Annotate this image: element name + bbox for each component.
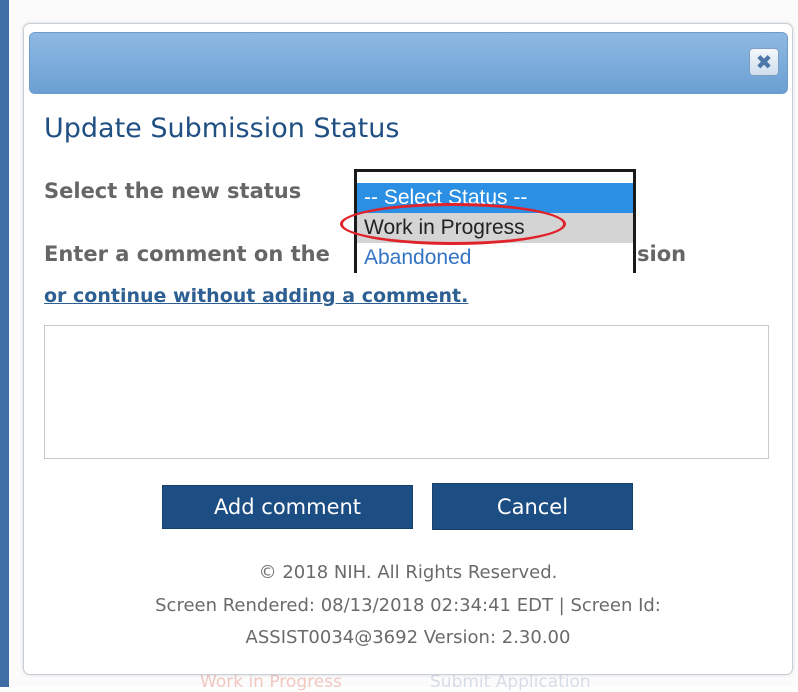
status-label: Select the new status (44, 179, 302, 203)
close-button[interactable]: ✖ (749, 48, 779, 76)
comment-label: Enter a comment on the (44, 242, 330, 266)
background-left-border (0, 0, 9, 687)
comment-textarea[interactable] (44, 325, 769, 459)
status-option-abandoned[interactable]: Abandoned (357, 243, 633, 273)
footer-copyright: © 2018 NIH. All Rights Reserved. (258, 562, 558, 583)
status-option-select[interactable]: -- Select Status -- (357, 183, 633, 213)
update-status-dialog: ✖ Update Submission Status Select the ne… (23, 23, 793, 675)
comment-label-tail: sion (637, 242, 687, 266)
close-icon: ✖ (755, 50, 773, 74)
background-work-in-progress-text: Work in Progress (200, 672, 342, 692)
footer-screen-id: ASSIST0034@3692 Version: 2.30.00 (245, 627, 571, 648)
add-comment-button[interactable]: Add comment (162, 485, 413, 529)
footer-rendered: Screen Rendered: 08/13/2018 02:34:41 EDT… (155, 595, 661, 616)
dialog-title: Update Submission Status (44, 113, 400, 144)
dialog-titlebar[interactable]: ✖ (29, 32, 788, 94)
status-option-work-in-progress[interactable]: Work in Progress (357, 213, 633, 243)
continue-without-comment-link[interactable]: or continue without adding a comment. (44, 285, 468, 307)
background-submit-text: Submit Application (430, 672, 591, 692)
cancel-button[interactable]: Cancel (432, 483, 633, 530)
status-dropdown-list[interactable]: -- Select Status -- Work in Progress Aba… (354, 169, 636, 273)
